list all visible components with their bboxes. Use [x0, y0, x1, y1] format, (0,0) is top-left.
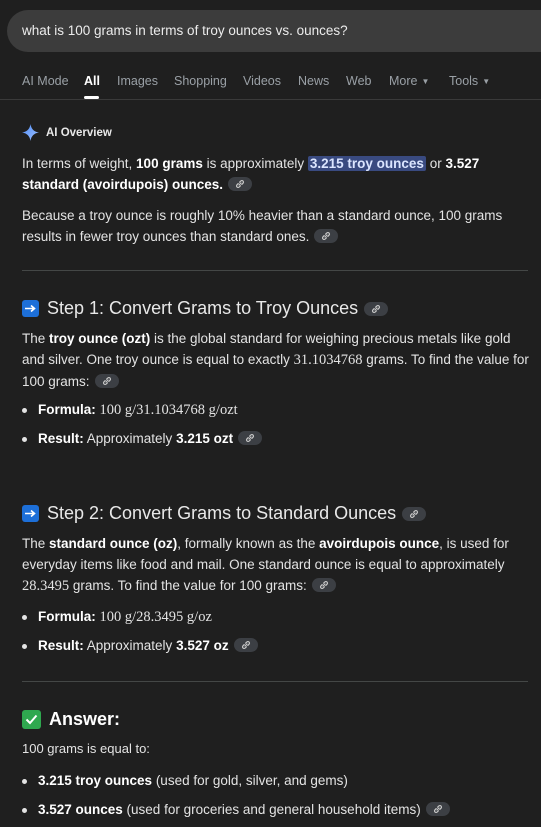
- source-link-button[interactable]: [425, 802, 450, 816]
- ai-overview-title: AI Overview: [46, 126, 112, 139]
- source-link-button[interactable]: [314, 229, 339, 243]
- caret-down-icon: ▼: [421, 77, 430, 86]
- arrow-right-icon: [22, 300, 39, 317]
- step2-result-list: Result: Approximately 3.527 oz: [22, 635, 258, 656]
- answer-value: 3.215 troy ounces: [38, 773, 153, 788]
- answer-list: 3.215 troy ounces (used for gold, silver…: [22, 770, 348, 791]
- search-query[interactable]: what is 100 grams in terms of troy ounce…: [22, 23, 348, 38]
- step1-title: Step 1: Convert Grams to Troy Ounces: [47, 298, 359, 318]
- step2-text: grams. To find the value for 100 grams:: [69, 578, 307, 593]
- tab-tools-label: Tools: [449, 74, 479, 88]
- list-item: Formula: 100 g/31.1034768 g/ozt: [22, 399, 238, 421]
- answer-value: 3.527 ounces: [38, 802, 123, 817]
- summary-text: is approximately: [202, 156, 308, 171]
- ai-overview-header: AI Overview: [22, 124, 112, 141]
- answer-intro-text: 100 grams is equal to:: [22, 741, 150, 756]
- tab-all[interactable]: All: [84, 74, 100, 88]
- answer-note: (used for groceries and general househol…: [122, 802, 421, 817]
- source-link-button[interactable]: [228, 177, 253, 191]
- link-icon: [102, 376, 111, 386]
- source-link-button[interactable]: [94, 374, 119, 388]
- formula-value: 100 g/28.3495 g/oz: [99, 609, 212, 625]
- result-text: Approximately: [83, 431, 177, 446]
- step2-text: , formally known as the: [177, 536, 320, 551]
- answer-intro: 100 grams is equal to:: [22, 738, 150, 759]
- result-value: 3.215 ozt: [176, 431, 234, 446]
- troy-ounce-term: troy ounce (ozt): [49, 331, 151, 346]
- step2-paragraph: The standard ounce (oz), formally known …: [22, 533, 534, 597]
- source-link-button[interactable]: [402, 506, 427, 521]
- formula-value: 100 g/31.1034768 g/ozt: [99, 402, 238, 418]
- step1-heading: Step 1: Convert Grams to Troy Ounces: [22, 298, 389, 319]
- tab-images[interactable]: Images: [117, 74, 158, 88]
- list-item: 3.527 ounces (used for groceries and gen…: [22, 799, 450, 820]
- list-item: Result: Approximately 3.527 oz: [22, 635, 258, 656]
- link-icon: [410, 509, 419, 518]
- step2-heading: Step 2: Convert Grams to Standard Ounces: [22, 503, 427, 524]
- section-divider: [22, 270, 528, 271]
- source-link-button[interactable]: [233, 638, 258, 652]
- summary-grams: 100 grams: [136, 156, 203, 171]
- overview-summary: In terms of weight, 100 grams is approxi…: [22, 153, 532, 195]
- link-icon: [322, 231, 331, 241]
- result-text: Approximately: [83, 638, 177, 653]
- answer-heading: Answer:: [22, 709, 120, 730]
- check-icon: [22, 710, 41, 729]
- step2-title: Step 2: Convert Grams to Standard Ounces: [47, 503, 397, 523]
- section-divider: [22, 681, 528, 682]
- link-icon: [246, 433, 255, 443]
- source-link-button[interactable]: [311, 578, 336, 592]
- step2-text: The: [22, 536, 50, 551]
- step1-result-list: Result: Approximately 3.215 ozt: [22, 428, 263, 449]
- list-item: 3.215 troy ounces (used for gold, silver…: [22, 770, 348, 791]
- step1-paragraph: The troy ounce (ozt) is the global stand…: [22, 328, 534, 392]
- answer-title: Answer:: [49, 709, 121, 729]
- tab-videos[interactable]: Videos: [243, 74, 281, 88]
- explanation-text: Because a troy ounce is roughly 10% heav…: [22, 208, 503, 244]
- step1-list: Formula: 100 g/31.1034768 g/ozt: [22, 399, 238, 421]
- overview-explanation: Because a troy ounce is roughly 10% heav…: [22, 205, 534, 247]
- tab-ai-mode[interactable]: AI Mode: [22, 74, 69, 88]
- link-icon: [241, 640, 250, 650]
- step1-text: The: [22, 331, 50, 346]
- tab-news[interactable]: News: [298, 74, 329, 88]
- arrow-right-icon: [22, 505, 39, 522]
- troy-ounce-grams-value: 31.1034768: [293, 352, 363, 368]
- answer-note: (used for gold, silver, and gems): [152, 773, 348, 788]
- summary-text: In terms of weight,: [22, 156, 137, 171]
- tab-more[interactable]: More ▼: [389, 74, 429, 88]
- result-label: Result:: [38, 638, 84, 653]
- formula-label: Formula:: [38, 609, 96, 624]
- source-link-button[interactable]: [364, 301, 389, 316]
- link-icon: [372, 304, 381, 313]
- highlighted-troy-ounces: 3.215 troy ounces: [307, 156, 426, 171]
- tab-shopping[interactable]: Shopping: [174, 74, 227, 88]
- standard-ounce-term: standard ounce (oz): [49, 536, 178, 551]
- summary-text: or: [425, 156, 446, 171]
- caret-down-icon: ▼: [482, 77, 491, 86]
- step2-list: Formula: 100 g/28.3495 g/oz: [22, 606, 212, 628]
- avoirdupois-term: avoirdupois ounce: [319, 536, 440, 551]
- result-label: Result:: [38, 431, 84, 446]
- tab-tools[interactable]: Tools ▼: [449, 74, 490, 88]
- source-link-button[interactable]: [238, 431, 263, 445]
- formula-label: Formula:: [38, 402, 96, 417]
- sparkle-icon: [22, 124, 39, 141]
- search-bar[interactable]: what is 100 grams in terms of troy ounce…: [7, 10, 541, 52]
- tab-more-label: More: [389, 74, 418, 88]
- link-icon: [433, 804, 442, 814]
- list-item: Result: Approximately 3.215 ozt: [22, 428, 263, 449]
- list-item: Formula: 100 g/28.3495 g/oz: [22, 606, 212, 628]
- result-value: 3.527 oz: [176, 638, 229, 653]
- tabs-divider: [0, 99, 541, 100]
- answer-list-2: 3.527 ounces (used for groceries and gen…: [22, 799, 450, 820]
- link-icon: [319, 580, 328, 590]
- tab-web[interactable]: Web: [346, 74, 371, 88]
- link-icon: [236, 179, 245, 189]
- standard-ounce-grams-value: 28.3495: [22, 578, 70, 594]
